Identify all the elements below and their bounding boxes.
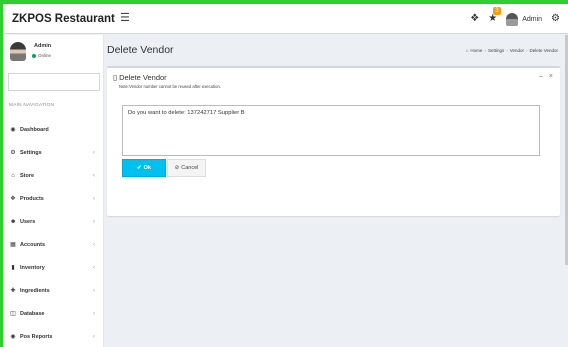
sidebar-item-accounts[interactable]: ▦ Accounts ‹ (3, 233, 104, 256)
ok-button[interactable]: ✔ Ok (122, 159, 166, 177)
check-icon: ✔ (137, 165, 142, 171)
sidebar-item-settings[interactable]: ⚙ Settings ‹ (3, 141, 104, 164)
app-logo[interactable]: ZKPOS Restaurant (3, 4, 115, 34)
chevron-left-icon: ‹ (93, 333, 95, 340)
chevron-left-icon: ‹ (93, 310, 95, 317)
home-icon: ⌂ (11, 172, 15, 179)
sidebar-item-label: Store (20, 172, 35, 179)
user-menu-label: Admin (522, 15, 543, 23)
sidebar-item-dashboard[interactable]: ◉ Dashboard (3, 118, 104, 141)
ban-icon: ⊘ (174, 165, 180, 171)
header-right-menu: ❖ ★ 3 Admin ⚙ (470, 4, 560, 34)
sidebar-item-label: Users (20, 218, 36, 225)
breadcrumb: ⌂ Home › Settings › Vendor › Delete Vend… (466, 48, 558, 53)
box-tools: – × (539, 73, 553, 80)
user-panel: Admin Online (3, 35, 104, 69)
breadcrumb-separator: › (506, 48, 508, 53)
page-title: Delete Vendor (107, 44, 174, 56)
sidebar-section-header: MAIN NAVIGATION (9, 103, 55, 108)
sidebar: Admin Online MAIN NAVIGATION ◉ Dashboard… (3, 35, 104, 347)
status-dot-icon (32, 53, 36, 58)
breadcrumb-vendor[interactable]: Vendor (510, 48, 524, 53)
hamburger-icon[interactable]: ☰ (120, 13, 130, 24)
user-name: Admin (34, 43, 52, 49)
cancel-button[interactable]: ⊘ Cancel (167, 159, 206, 177)
sidebar-item-database[interactable]: ◫ Database ‹ (3, 302, 104, 325)
breadcrumb-separator: › (525, 48, 528, 53)
ok-button-label: Ok (143, 165, 151, 171)
sidebar-item-label: Ingredients (20, 287, 50, 294)
box-title: ▯ Delete Vendor (113, 73, 167, 82)
sidebar-item-label: Inventory (20, 264, 45, 271)
box-note: Note:Vendor number cannot be reused afte… (119, 84, 221, 89)
bell-icon[interactable]: ★ 3 (488, 7, 501, 24)
chevron-left-icon: ‹ (93, 287, 95, 294)
sidebar-search-input[interactable] (8, 73, 100, 91)
sidebar-item-label: Settings (20, 149, 42, 156)
plus-icon: ✚ (10, 287, 16, 294)
database-icon: ◫ (10, 310, 16, 317)
sidebar-item-label: Pos Reports (20, 333, 53, 340)
chevron-left-icon: ‹ (93, 149, 95, 156)
sidebar-item-ingredients[interactable]: ✚ Ingredients ‹ (3, 279, 104, 302)
sidebar-item-label: Dashboard (20, 126, 49, 133)
trash-icon: ▯ (113, 73, 118, 82)
sidebar-item-products[interactable]: ❖ Products ‹ (3, 187, 104, 210)
barcode-icon: ▮ (11, 264, 15, 271)
chevron-left-icon: ‹ (93, 195, 95, 202)
cube-icon: ❖ (10, 195, 16, 202)
sidebar-item-label: Products (20, 195, 44, 202)
users-icon: ☻ (10, 218, 17, 225)
sidebar-menu: ◉ Dashboard ⚙ Settings ‹ ⌂ Store ‹ ❖ Pro… (3, 118, 104, 347)
sidebar-item-label: Database (20, 310, 45, 317)
breadcrumb-current: Delete Vendor (529, 48, 558, 53)
avatar-icon (506, 12, 519, 26)
close-icon[interactable]: × (549, 73, 553, 80)
chevron-left-icon: ‹ (93, 264, 95, 271)
user-menu[interactable]: Admin (506, 12, 543, 26)
dashboard-icon: ◉ (10, 126, 16, 133)
sidebar-item-pos-reports[interactable]: ◉ Pos Reports ‹ (3, 325, 104, 347)
eye-icon: ◉ (10, 333, 16, 340)
breadcrumb-home[interactable]: Home (470, 48, 482, 53)
breadcrumb-settings[interactable]: Settings (488, 48, 504, 53)
top-header: ZKPOS Restaurant ☰ ❖ ★ 3 Admin ⚙ (3, 4, 568, 34)
breadcrumb-separator: › (484, 48, 486, 53)
collapse-icon[interactable]: – (539, 73, 543, 80)
chevron-left-icon: ‹ (93, 241, 95, 248)
user-status-label: Online (38, 53, 52, 58)
chevron-left-icon: ‹ (93, 218, 95, 225)
home-icon: ⌂ (465, 48, 469, 53)
info-icon[interactable]: ❖ (470, 14, 479, 24)
calculator-icon: ▦ (10, 241, 16, 248)
main-content: Delete Vendor ⌂ Home › Settings › Vendor… (104, 35, 568, 347)
delete-confirm-textarea[interactable]: Do you want to delete: 137242717 Supplie… (122, 105, 540, 156)
user-status: Online (32, 53, 51, 58)
sidebar-item-users[interactable]: ☻ Users ‹ (3, 210, 104, 233)
avatar (10, 42, 26, 61)
box-title-label: Delete Vendor (119, 73, 167, 82)
sidebar-item-label: Accounts (20, 241, 46, 248)
gear-icon: ⚙ (10, 149, 16, 156)
chevron-left-icon: ‹ (93, 172, 95, 179)
sidebar-item-store[interactable]: ⌂ Store ‹ (3, 164, 104, 187)
cogs-icon[interactable]: ⚙ (551, 14, 560, 24)
notification-badge: 3 (493, 7, 501, 15)
cancel-button-label: Cancel (181, 165, 199, 171)
sidebar-item-inventory[interactable]: ▮ Inventory ‹ (3, 256, 104, 279)
